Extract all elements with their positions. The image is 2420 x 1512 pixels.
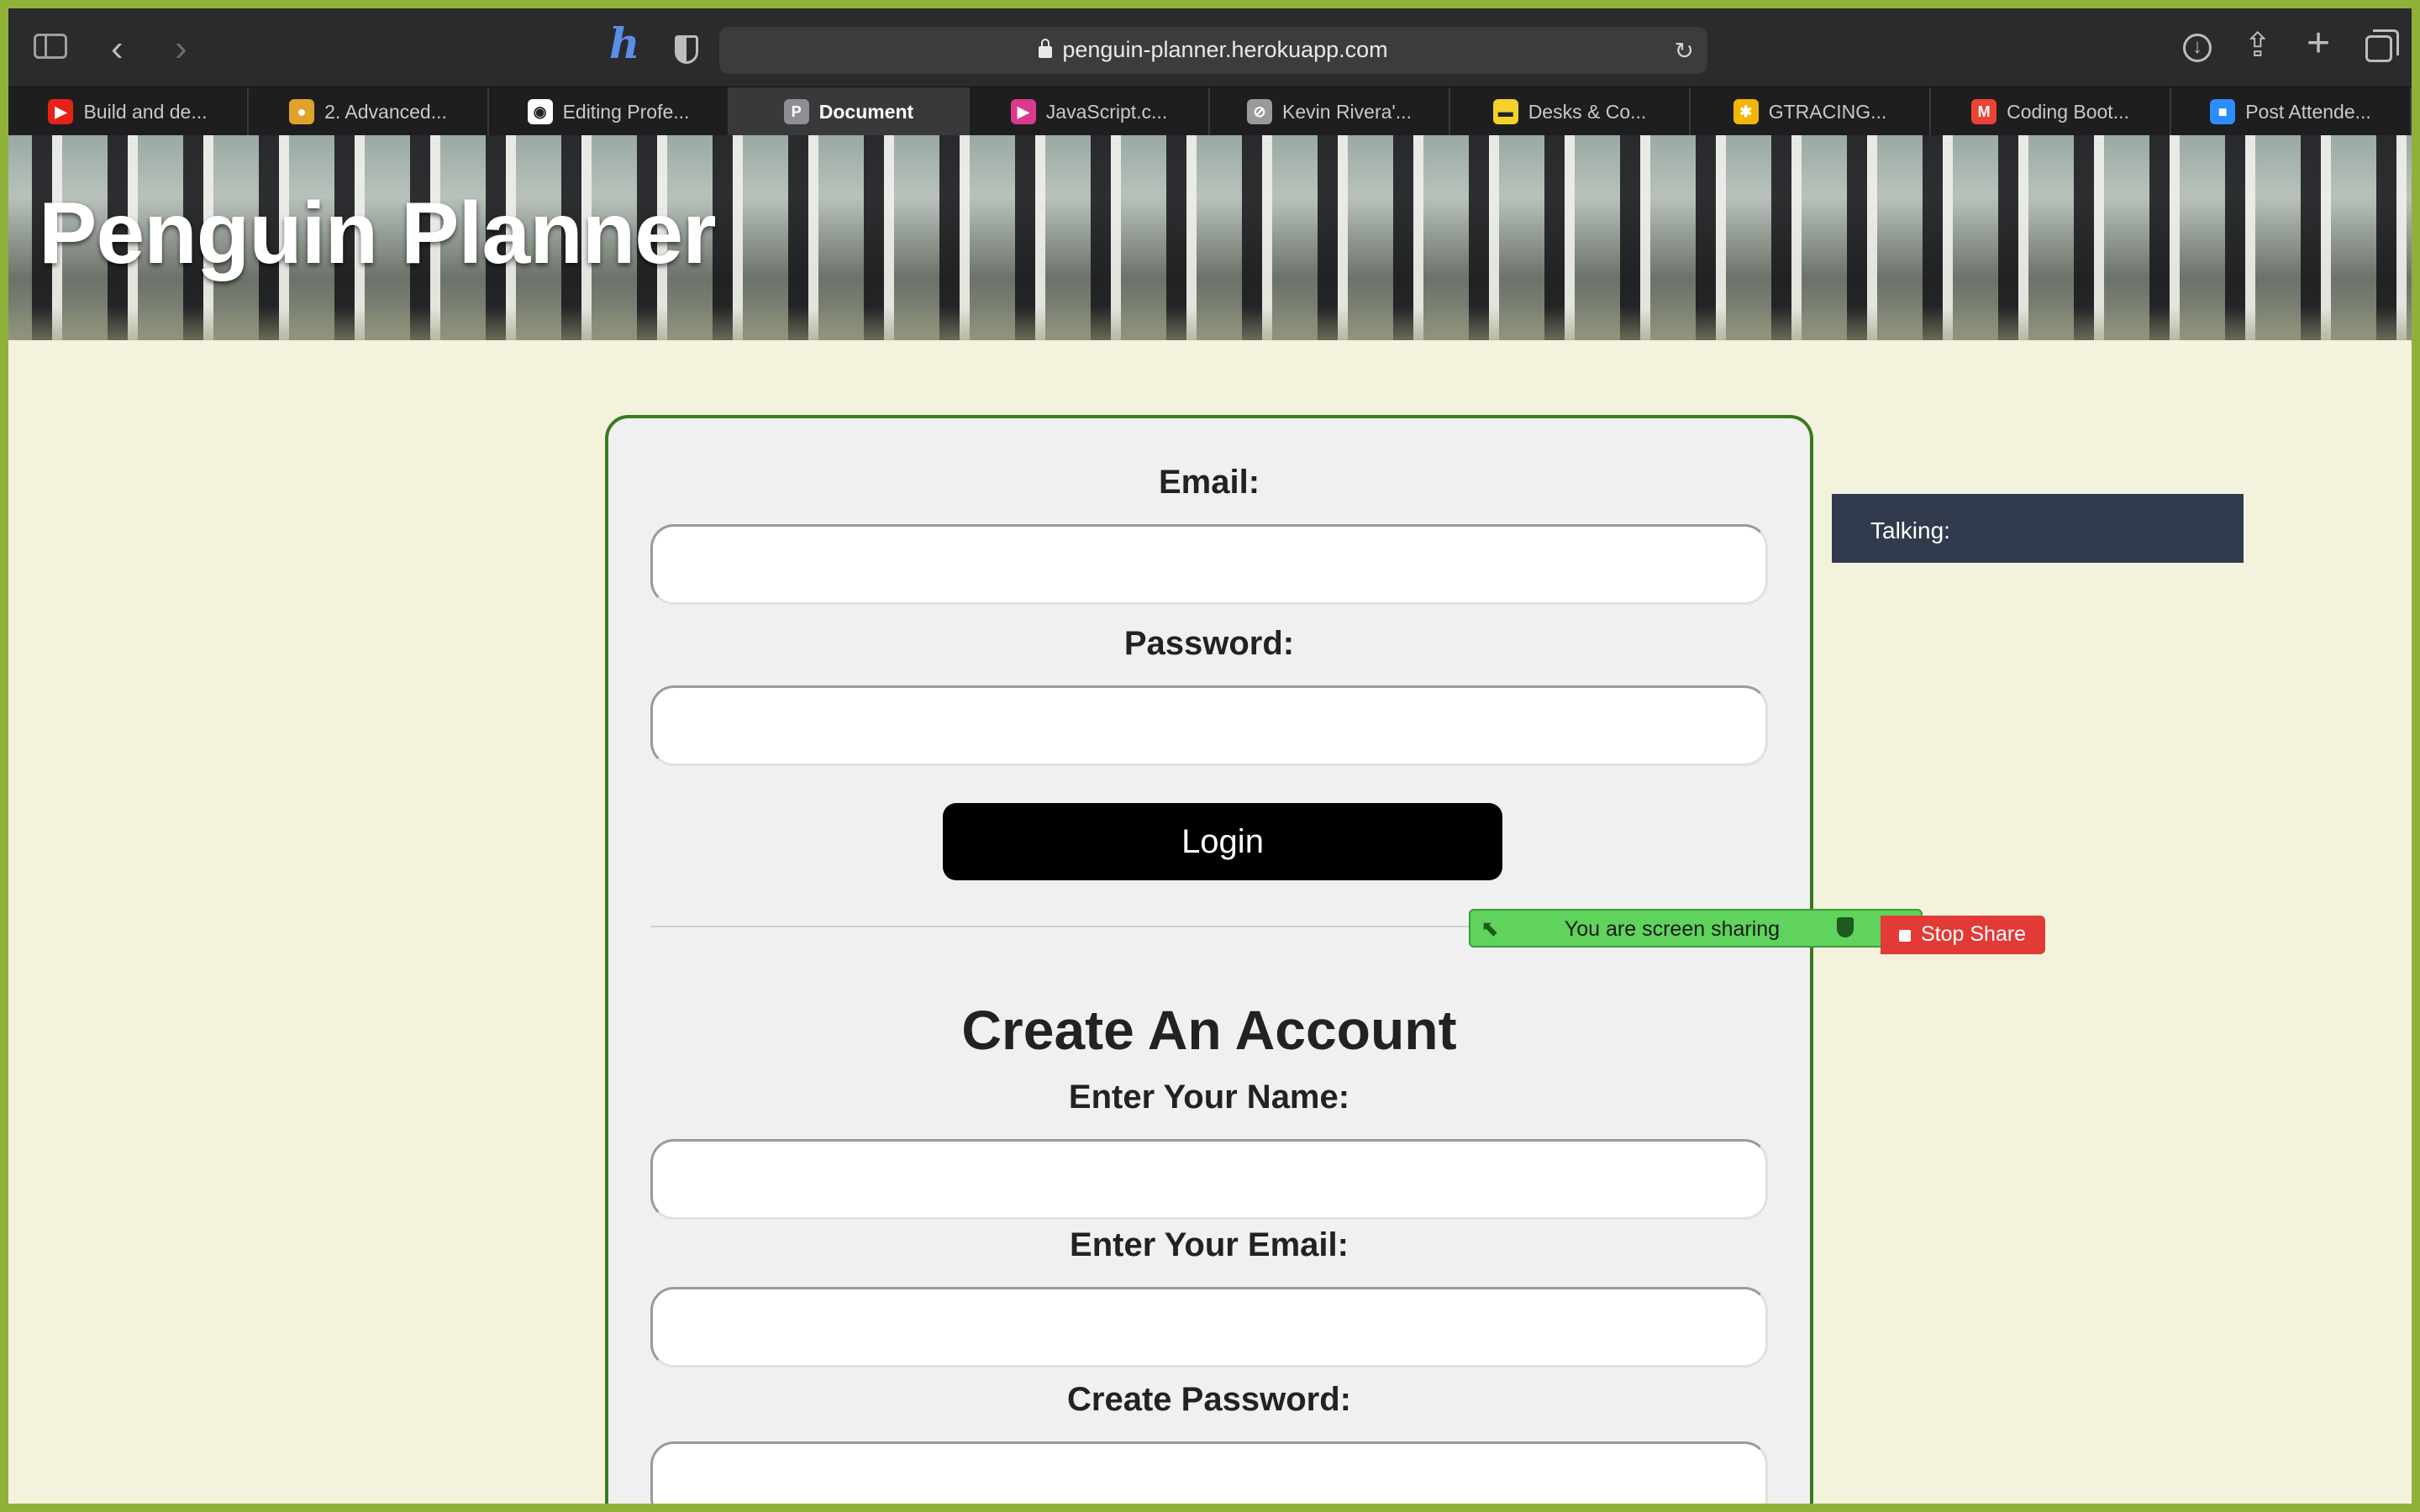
- javascript-icon: ▶: [1010, 99, 1036, 124]
- tab-label: Kevin Rivera'...: [1282, 100, 1412, 123]
- tab-label: JavaScript.c...: [1045, 100, 1168, 123]
- tab-label: Post Attende...: [2245, 100, 2371, 123]
- document-icon: P: [783, 99, 809, 124]
- tab-overview-icon[interactable]: [2365, 29, 2399, 62]
- tab-label: Build and de...: [83, 100, 208, 123]
- address-bar[interactable]: penguin-planner.herokuapp.com ↻: [719, 27, 1707, 74]
- signup-name-input[interactable]: [650, 1139, 1768, 1220]
- stop-icon: [1899, 930, 1911, 942]
- tab-9[interactable]: ■ Post Attende...: [2171, 87, 2412, 136]
- screen-share-status: You are screen sharing: [1564, 917, 1781, 941]
- url-text: penguin-planner.herokuapp.com: [1062, 37, 1388, 62]
- back-icon[interactable]: ‹: [111, 30, 124, 67]
- github-icon: ◉: [527, 99, 553, 124]
- signup-email-input[interactable]: [650, 1287, 1768, 1368]
- tab-label: Document: [818, 100, 914, 123]
- tab-8[interactable]: M Coding Boot...: [1931, 87, 2171, 136]
- tab-4[interactable]: ▶ JavaScript.c...: [970, 87, 1210, 136]
- ikea-icon: ▬: [1492, 99, 1518, 124]
- url-display: penguin-planner.herokuapp.com: [719, 37, 1707, 63]
- screen-share-bar[interactable]: ⬉ You are screen sharing: [1469, 909, 1923, 948]
- privacy-shield-icon[interactable]: [675, 35, 698, 64]
- walmart-icon: ✱: [1733, 99, 1759, 124]
- forward-icon[interactable]: ›: [175, 30, 187, 67]
- create-password-label: Create Password:: [1067, 1381, 1351, 1418]
- tab-1[interactable]: ● 2. Advanced...: [249, 87, 489, 136]
- new-tab-icon[interactable]: +: [2307, 24, 2330, 64]
- tab-label: Coding Boot...: [2007, 100, 2129, 123]
- reload-icon[interactable]: ↻: [1675, 37, 1694, 65]
- login-button[interactable]: Login: [943, 803, 1502, 880]
- tab-5[interactable]: ⊘ Kevin Rivera'...: [1210, 87, 1450, 136]
- create-account-heading: Create An Account: [961, 999, 1457, 1061]
- zoom-talking-panel[interactable]: Talking:: [1832, 494, 2244, 563]
- tab-3[interactable]: P Document: [729, 87, 970, 136]
- compass-icon: ⊘: [1247, 99, 1273, 124]
- email-label: Email:: [1158, 464, 1260, 501]
- browser-window: ‹ › h penguin-planner.herokuapp.com ↻ ↓ …: [8, 8, 2412, 1504]
- zoom-icon: ■: [2210, 99, 2236, 124]
- tab-label: Desks & Co...: [1528, 100, 1647, 123]
- tab-0[interactable]: ▶ Build and de...: [8, 87, 249, 136]
- tab-label: 2. Advanced...: [324, 100, 447, 123]
- stop-share-label: Stop Share: [1921, 922, 2027, 946]
- sidebar-icon[interactable]: [34, 34, 67, 59]
- youtube-icon: ▶: [48, 99, 74, 124]
- email-input[interactable]: [650, 524, 1768, 605]
- talking-label: Talking:: [1870, 517, 1950, 543]
- tab-label: GTRACING...: [1768, 100, 1887, 123]
- download-icon[interactable]: ↓: [2183, 34, 2212, 62]
- tab-bar: ▶ Build and de... ● 2. Advanced... ◉ Editing …: [8, 87, 2412, 136]
- signup-password-input[interactable]: [650, 1441, 1768, 1504]
- shield-check-icon: [1837, 917, 1854, 937]
- course-icon: ●: [289, 99, 315, 124]
- auth-card: Email: Password: Login Create An Account…: [605, 415, 1813, 1504]
- share-icon[interactable]: ⇪: [2244, 29, 2272, 62]
- page-title: Penguin Planner: [39, 185, 717, 282]
- tab-7[interactable]: ✱ GTRACING...: [1691, 87, 1931, 136]
- tab-label: Editing Profe...: [562, 100, 690, 123]
- password-input[interactable]: [650, 685, 1768, 766]
- gmail-icon: M: [1971, 99, 1997, 124]
- tab-2[interactable]: ◉ Editing Profe...: [489, 87, 729, 136]
- stop-share-button[interactable]: Stop Share: [1881, 916, 2045, 954]
- honey-extension-icon[interactable]: h: [609, 23, 639, 65]
- header-banner: Penguin Planner: [8, 135, 2412, 340]
- signup-email-label: Enter Your Email:: [1070, 1226, 1349, 1263]
- name-label: Enter Your Name:: [1068, 1079, 1350, 1116]
- password-label: Password:: [1123, 625, 1295, 662]
- browser-toolbar: ‹ › h penguin-planner.herokuapp.com ↻ ↓ …: [8, 8, 2412, 87]
- lock-icon: [1039, 39, 1053, 58]
- tab-6[interactable]: ▬ Desks & Co...: [1450, 87, 1691, 136]
